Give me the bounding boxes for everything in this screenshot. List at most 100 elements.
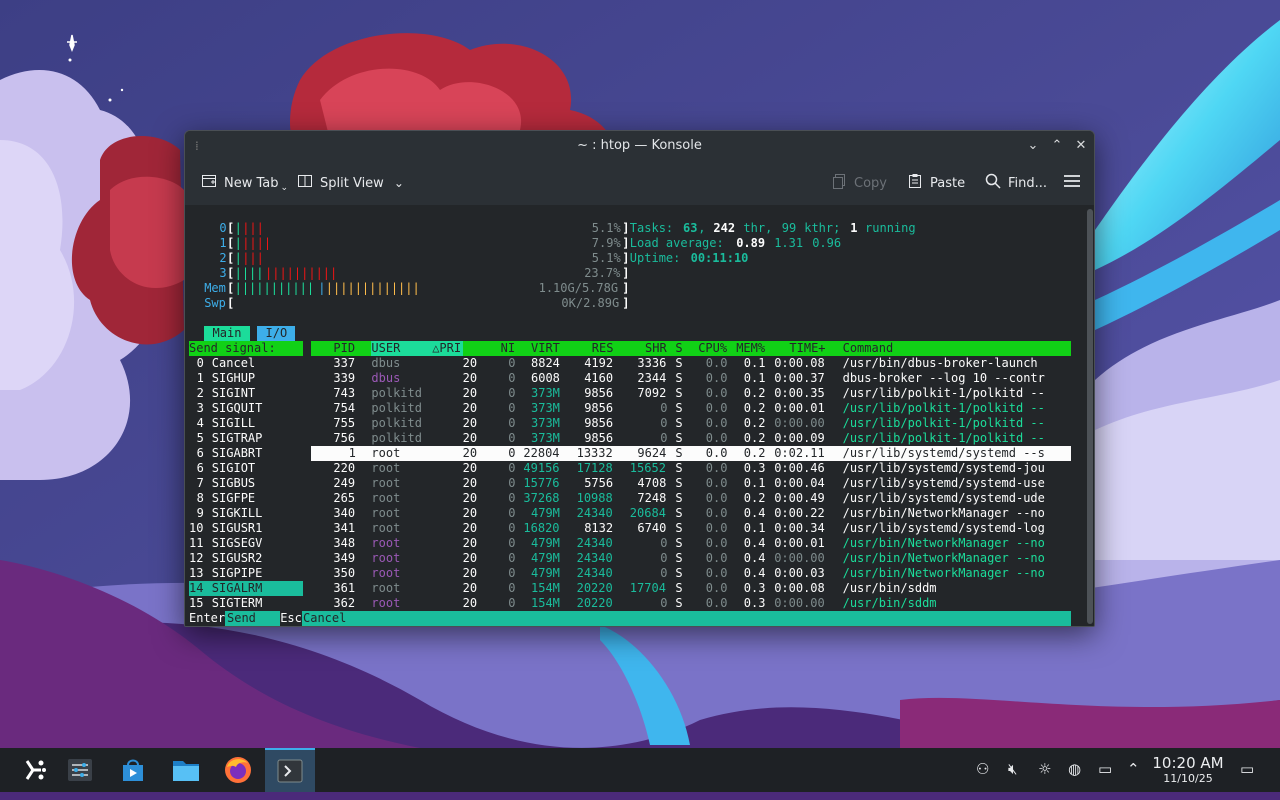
process-priority: 20 (462, 371, 478, 385)
new-tab-label: New Tab (224, 175, 279, 191)
find-button[interactable]: Find... (985, 171, 1047, 195)
process-nice: 0 (508, 536, 516, 550)
process-pid: 339 (333, 371, 356, 385)
signal-name[interactable]: SIGQUIT (212, 401, 263, 416)
process-time: 0:02.11 (774, 446, 825, 460)
signal-name[interactable]: SIGBUS (212, 476, 255, 491)
split-view-button[interactable]: Split View ⌄ (297, 171, 404, 195)
process-res: 24340 (576, 566, 613, 580)
paste-button[interactable]: Paste (907, 171, 965, 195)
process-res: 8132 (584, 521, 614, 535)
process-time: 0:00.09 (774, 431, 825, 445)
signal-name[interactable]: SIGTERM (212, 596, 263, 611)
network-globe-icon[interactable]: ◍ (1068, 760, 1081, 778)
process-virt: 8824 (531, 356, 560, 370)
signal-number: 11 (189, 536, 204, 550)
process-command: /usr/lib/systemd/systemd-jou (842, 461, 1045, 475)
window-titlebar[interactable]: ⁞ ~ : htop — Konsole ⌄ ⌃ ✕ (185, 131, 1094, 161)
scrollbar-thumb[interactable] (1087, 209, 1093, 624)
process-user: root (371, 461, 401, 475)
process-state: S (675, 581, 683, 595)
system-clock[interactable]: 10:20 AM 11/10/25 (1150, 755, 1226, 786)
process-pid: 348 (333, 536, 356, 550)
display-icon[interactable]: ▭ (1098, 760, 1112, 778)
firefox-button[interactable] (220, 752, 256, 788)
signal-number: 3 (196, 401, 204, 415)
terminal-area[interactable]: 0[| ||| 5.1%] 1[| |||| 7.9%] 2[| ||| 5.1%] 3[||||… (185, 205, 1085, 626)
running-label: running (857, 221, 916, 235)
process-nice: 0 (508, 461, 516, 475)
process-user: polkitd (371, 416, 422, 430)
tab-main[interactable]: Main (204, 326, 250, 341)
process-virt: 22804 (523, 446, 560, 460)
process-virt: 37268 (523, 491, 560, 505)
signal-name[interactable]: SIGIOT (212, 461, 255, 476)
new-tab-dropdown-icon: ⌄ (280, 183, 289, 193)
copy-button[interactable]: Copy (831, 171, 887, 195)
signal-name[interactable]: SIGFPE (212, 491, 255, 506)
hamburger-menu-button[interactable] (1063, 171, 1081, 195)
process-command: /usr/lib/polkit-1/polkitd -- (842, 401, 1045, 415)
signal-name[interactable]: SIGINT (212, 386, 255, 401)
process-time: 0:00.08 (774, 581, 825, 595)
process-shr: 0 (660, 536, 668, 550)
process-mem-percent: 0.2 (743, 416, 766, 430)
application-launcher-button[interactable] (16, 752, 52, 788)
discover-store-button[interactable] (115, 752, 151, 788)
minimize-button[interactable]: ⌄ (1023, 136, 1043, 156)
process-virt: 479M (531, 566, 560, 580)
signal-number: 6 (196, 461, 204, 475)
process-user: root (371, 446, 401, 460)
signal-name[interactable]: SIGKILL (212, 506, 263, 521)
volume-muted-icon[interactable]: 🔇︎ (1008, 760, 1017, 778)
new-tab-button[interactable]: New Tab ⌄ (201, 171, 288, 195)
tasks-sep: , (698, 221, 713, 235)
kthreads-count: 99 (781, 221, 797, 235)
process-priority: 20 (462, 401, 478, 415)
show-hidden-arrow-icon[interactable]: ⌃ (1127, 760, 1140, 778)
process-user: root (371, 491, 401, 505)
signal-name[interactable]: SIGPIPE (212, 566, 263, 581)
network-sharing-icon[interactable]: ⚇ (976, 760, 989, 778)
process-state: S (675, 491, 683, 505)
signal-name[interactable]: SIGUSR1 (212, 521, 263, 536)
signal-name[interactable]: SIGALRM (212, 581, 263, 596)
signal-name[interactable]: SIGSEGV (212, 536, 263, 551)
signal-name[interactable]: Cancel (212, 356, 255, 371)
process-state: S (675, 536, 683, 550)
signal-name[interactable]: SIGTRAP (212, 431, 263, 446)
mem-value: 1.10G/5.78G (538, 281, 619, 295)
load-15min: 0.96 (812, 236, 842, 250)
send-button[interactable]: Send (227, 611, 256, 626)
process-pid: 350 (333, 566, 356, 580)
process-virt: 6008 (531, 371, 560, 385)
signal-name[interactable]: SIGUSR2 (212, 551, 263, 566)
signal-number: 7 (196, 476, 204, 490)
tab-io[interactable]: I/O (257, 326, 296, 341)
signal-name[interactable]: SIGHUP (212, 371, 255, 386)
show-desktop-icon[interactable]: ▭ (1240, 760, 1254, 778)
konsole-task-button[interactable] (265, 748, 315, 792)
process-user: root (371, 536, 401, 550)
process-shr: 20684 (629, 506, 666, 520)
signal-number: 9 (196, 506, 204, 520)
signal-name[interactable]: SIGABRT (212, 446, 263, 461)
process-pid: 756 (333, 431, 356, 445)
process-pid: 249 (333, 476, 356, 490)
meter-bracket: [ (227, 266, 235, 280)
load-average-row: Load average: 0.89 1.31 0.96 (185, 236, 1085, 251)
dolphin-file-manager-icon (173, 761, 199, 781)
cancel-button[interactable]: Cancel (303, 611, 346, 626)
column-header-s: S (675, 341, 683, 355)
brightness-icon[interactable]: ☼ (1038, 760, 1051, 778)
clock-time: 10:20 AM (1152, 754, 1224, 772)
signal-name[interactable]: SIGILL (212, 416, 255, 431)
maximize-button[interactable]: ⌃ (1047, 136, 1067, 156)
meter-bracket: [ (227, 281, 235, 295)
terminal-scrollbar[interactable] (1085, 205, 1094, 626)
dolphin-file-manager-button[interactable] (168, 752, 204, 788)
system-settings-button[interactable] (62, 752, 98, 788)
signal-number: 8 (196, 491, 204, 505)
threads-label: thr, (736, 221, 780, 235)
close-button[interactable]: ✕ (1071, 136, 1091, 156)
